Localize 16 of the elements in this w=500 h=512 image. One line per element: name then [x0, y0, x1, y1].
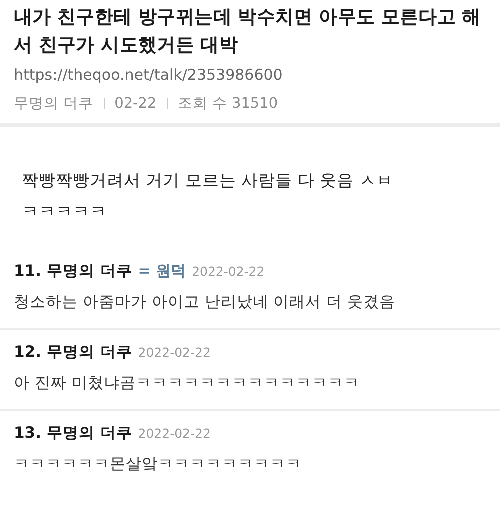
view-count: 조회 수 31510 [178, 95, 278, 113]
comment-text: 청소하는 아줌마가 아이고 난리났네 이래서 더 웃겼음 [14, 292, 397, 313]
author-name: 무명의 더쿠 [14, 95, 94, 113]
post-url[interactable]: https://theqoo.net/talk/2353986600 [14, 66, 486, 84]
comment-date: 2022-02-22 [138, 345, 211, 360]
post-title: 내가 친구한테 방구뀌는데 박수치면 아무도 모른다고 해서 친구가 시도했거든 대박 [14, 6, 482, 58]
comment-date: 2022-02-22 [192, 264, 265, 279]
post-date: 02-22 [114, 96, 157, 112]
comment-author: 12. 무명의 더쿠 [14, 342, 132, 363]
comment-text: 아 진짜 미쳤냐곰ㅋㅋㅋㅋㅋㅋㅋㅋㅋㅋㅋㅋㅋㅋ [14, 373, 361, 394]
comment-text: ㅋㅋㅋㅋㅋㅋ몬살앜ㅋㅋㅋㅋㅋㅋㅋㅋㅋ [14, 454, 303, 475]
comment-author: 13. 무명의 더쿠 [14, 423, 132, 444]
reply-target: = 원덕 [138, 262, 186, 281]
comment-date: 2022-02-22 [138, 426, 211, 441]
post-body: 짝빵짝빵거려서 거기 모르는 사람들 다 웃음 ㅅㅂㅋㅋㅋㅋㅋ [21, 170, 394, 223]
comment-author: 11. 무명의 더쿠 [14, 261, 132, 282]
